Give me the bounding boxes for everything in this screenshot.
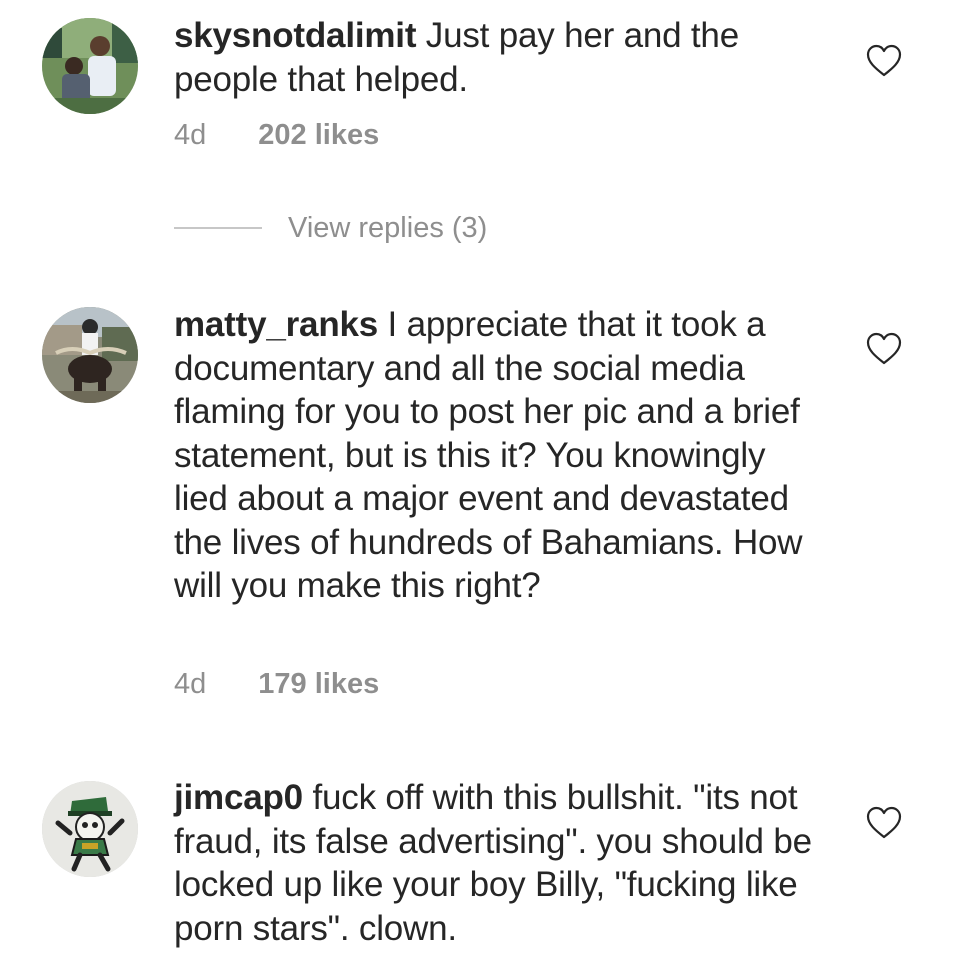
comment-username[interactable]: skysnotdalimit [174,16,416,55]
avatar[interactable] [42,307,138,403]
comment-body: I appreciate that it took a documentary … [174,305,803,605]
view-replies-label: View replies (3) [288,211,488,244]
heart-outline-icon [866,332,902,365]
comment-text: jimcap0 fuck off with this bullshit. "it… [174,776,824,950]
comment-text: matty_ranks I appreciate that it took a … [174,303,824,608]
comment-meta: 4d 179 likes [174,668,379,701]
comment-time: 4d [174,119,207,151]
heart-outline-icon [866,806,902,839]
avatar[interactable] [42,18,138,114]
comment-likes[interactable]: 179 likes [258,668,379,700]
comment-meta: 4d 202 likes [174,119,379,152]
like-button[interactable] [866,332,902,366]
avatar[interactable] [42,781,138,877]
bull-rider-avatar [42,307,138,403]
couple-photo-avatar [42,18,138,114]
like-button[interactable] [866,806,902,840]
comment-username[interactable]: jimcap0 [174,778,303,817]
view-replies-button[interactable]: View replies (3) [174,208,487,248]
comment-username[interactable]: matty_ranks [174,305,378,344]
leprechaun-skull-avatar [42,781,138,877]
like-button[interactable] [866,44,902,78]
comment-time: 4d [174,668,207,700]
comment-text: skysnotdalimit Just pay her and the peop… [174,14,824,101]
comment-likes[interactable]: 202 likes [258,119,379,151]
replies-divider [174,227,262,229]
heart-outline-icon [866,44,902,77]
